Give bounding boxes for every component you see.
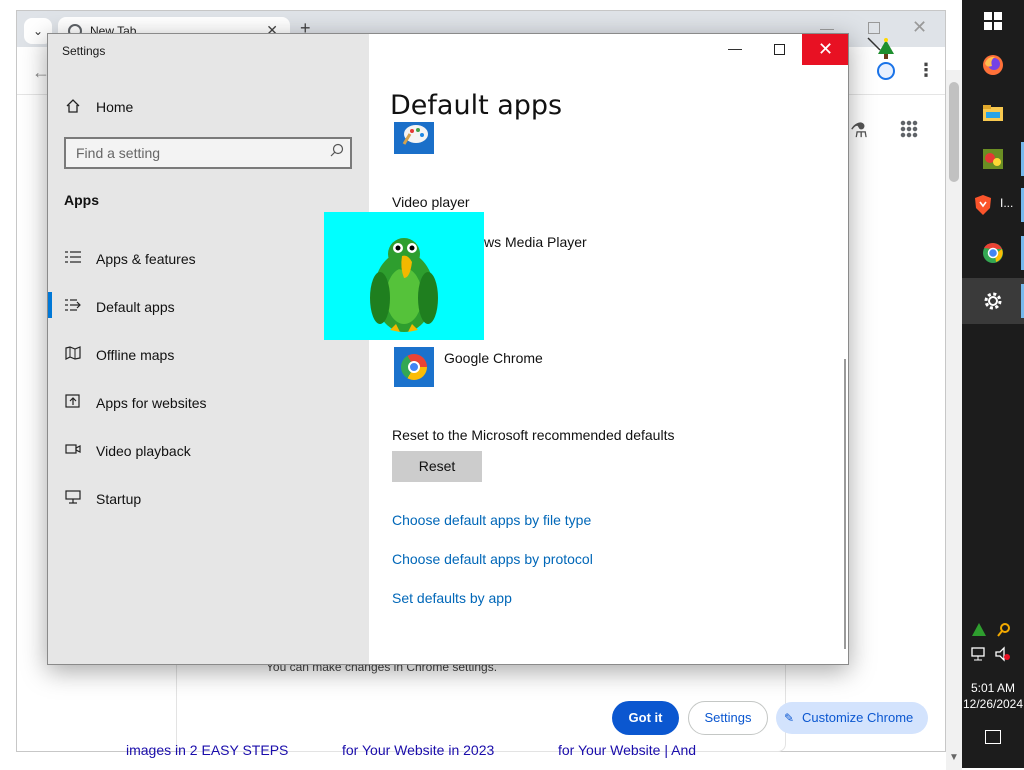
settings-window: Settings — ✕ Home Find a setting Apps Ap… xyxy=(47,33,849,665)
video-player-app[interactable]: ws Media Player xyxy=(484,234,587,250)
nav-label: Apps for websites xyxy=(96,395,207,411)
close-button[interactable]: ✕ xyxy=(802,34,848,65)
section-heading: Apps xyxy=(64,192,99,208)
news-link-2[interactable]: for Your Website in 2023 xyxy=(342,742,494,758)
gear-icon xyxy=(984,292,1002,310)
map-icon xyxy=(64,346,82,362)
tray-tree-icon[interactable] xyxy=(970,622,988,638)
page-title: Default apps xyxy=(390,90,563,121)
photo-viewer-tile[interactable] xyxy=(394,122,434,154)
settings-content-pane xyxy=(369,34,848,664)
settings-scrollbar[interactable] xyxy=(844,359,846,649)
game-app-icon xyxy=(983,149,1003,169)
chrome-maximize-button[interactable] xyxy=(868,22,880,34)
search-icon xyxy=(330,143,344,160)
taskbar-file-explorer[interactable] xyxy=(962,90,1024,136)
chrome-menu-icon[interactable]: ⋮ xyxy=(917,60,935,81)
volume-muted-icon[interactable] xyxy=(994,646,1012,662)
folder-icon xyxy=(983,105,1003,121)
video-icon xyxy=(64,442,82,458)
taskbar-settings[interactable] xyxy=(962,278,1024,324)
chrome-close-button[interactable]: ✕ xyxy=(912,17,927,38)
firefox-icon xyxy=(983,55,1003,75)
taskbar-app-game[interactable] xyxy=(962,136,1024,182)
customize-chrome-button[interactable]: ✎ Customize Chrome xyxy=(776,702,928,734)
got-it-button[interactable]: Got it xyxy=(612,701,679,735)
labs-flask-icon[interactable]: ⚗ xyxy=(850,118,868,143)
reset-heading: Reset to the Microsoft recommended defau… xyxy=(392,427,675,443)
tray-clock[interactable]: 5:01 AM 12/26/2024 xyxy=(962,680,1024,712)
home-icon xyxy=(64,98,82,114)
maximize-button[interactable] xyxy=(774,44,785,55)
chrome-scrollbar-thumb[interactable] xyxy=(949,82,959,182)
nav-label: Startup xyxy=(96,491,142,507)
list-icon xyxy=(64,250,82,266)
minimize-button[interactable]: — xyxy=(728,40,742,56)
startup-icon xyxy=(64,490,82,506)
network-icon[interactable] xyxy=(970,646,988,662)
chrome-logo-icon xyxy=(401,354,427,380)
pencil-icon: ✎ xyxy=(784,711,795,725)
scroll-down-arrow-icon[interactable]: ▼ xyxy=(949,752,959,763)
nav-home[interactable]: Home xyxy=(48,87,369,127)
notification-icon[interactable] xyxy=(985,730,1001,744)
taskbar-chrome[interactable] xyxy=(962,230,1024,276)
chrome-settings-button[interactable]: Settings xyxy=(688,701,768,735)
nav-apps-features[interactable]: Apps & features xyxy=(48,239,369,279)
web-browser-app[interactable]: Google Chrome xyxy=(444,350,543,366)
nav-label: Video playback xyxy=(96,443,191,459)
link-set-by-app[interactable]: Set defaults by app xyxy=(392,590,512,606)
tray-search-icon[interactable] xyxy=(996,622,1012,638)
customize-chrome-label: Customize Chrome xyxy=(802,710,914,725)
clock-date: 12/26/2024 xyxy=(962,697,1024,711)
reset-button[interactable]: Reset xyxy=(392,451,482,482)
parrot-overlay xyxy=(324,212,484,340)
chrome-icon xyxy=(983,242,1003,263)
nav-label: Default apps xyxy=(96,299,175,315)
default-apps-icon xyxy=(64,298,82,314)
nav-label: Apps & features xyxy=(96,251,196,267)
nav-default-apps[interactable]: Default apps xyxy=(48,287,369,327)
window-title: Settings xyxy=(62,44,106,58)
taskbar-brave[interactable]: I... xyxy=(962,182,1024,228)
windows-start-icon[interactable] xyxy=(984,12,1002,30)
nav-apps-for-websites[interactable]: Apps for websites xyxy=(48,383,369,423)
video-player-label: Video player xyxy=(392,194,470,210)
profile-icon[interactable] xyxy=(877,62,895,80)
google-apps-icon[interactable] xyxy=(900,120,918,138)
open-in-icon xyxy=(64,394,82,410)
nav-startup[interactable]: Startup xyxy=(48,479,369,519)
link-protocol[interactable]: Choose default apps by protocol xyxy=(392,551,593,567)
nav-home-label: Home xyxy=(96,99,134,115)
clock-time: 5:01 AM xyxy=(970,681,1016,695)
news-link-1[interactable]: images in 2 EASY STEPS xyxy=(126,742,288,758)
photos-app-icon xyxy=(402,125,428,145)
christmas-tree-icon xyxy=(867,37,894,59)
nav-video-playback[interactable]: Video playback xyxy=(48,431,369,471)
taskbar-firefox[interactable] xyxy=(962,42,1024,88)
nav-offline-maps[interactable]: Offline maps xyxy=(48,335,369,375)
news-link-3[interactable]: for Your Website | And xyxy=(558,742,696,758)
find-setting-input[interactable]: Find a setting xyxy=(64,137,352,169)
web-browser-tile[interactable] xyxy=(394,347,434,387)
parrot-icon xyxy=(370,238,438,332)
search-placeholder: Find a setting xyxy=(76,145,161,161)
brave-icon xyxy=(975,195,991,215)
brave-label: I... xyxy=(1000,196,1014,210)
link-file-type[interactable]: Choose default apps by file type xyxy=(392,512,591,528)
nav-label: Offline maps xyxy=(96,347,175,363)
